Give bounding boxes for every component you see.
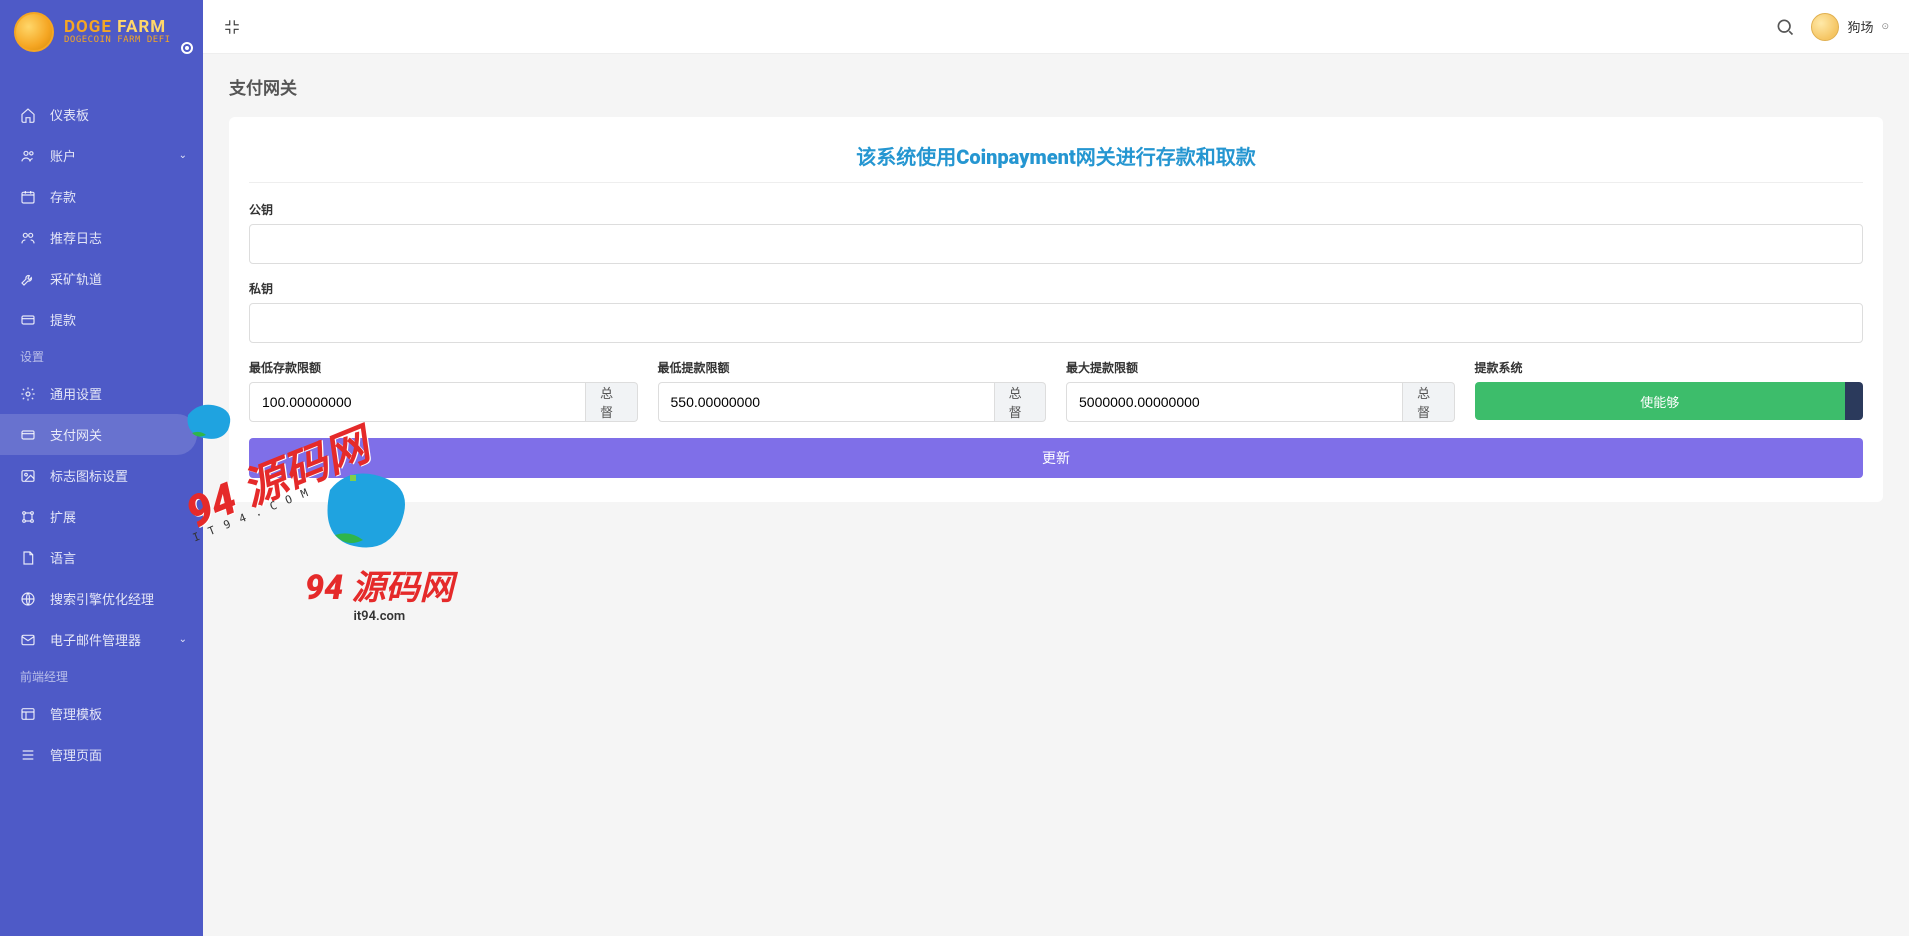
sidebar-item-withdraw[interactable]: 提款 [0, 299, 203, 340]
sidebar-item-label: 标志图标设置 [50, 466, 128, 485]
min-withdraw-input[interactable] [658, 382, 995, 422]
sidebar-item-referral[interactable]: 推荐日志 [0, 217, 203, 258]
sidebar-item-label: 推荐日志 [50, 228, 102, 247]
withdraw-system-toggle[interactable]: 使能够 [1475, 382, 1846, 420]
private-key-label: 私钥 [249, 280, 1863, 297]
user-menu[interactable]: 狗场 ⊙ [1811, 13, 1889, 41]
chevron-down-icon: ⊙ [1881, 22, 1889, 32]
public-key-label: 公钥 [249, 201, 1863, 218]
card-icon [20, 427, 36, 443]
people-icon [20, 230, 36, 246]
sidebar-item-label: 存款 [50, 187, 76, 206]
card-heading: 该系统使用Coinpayment网关进行存款和取款 [249, 141, 1863, 170]
calendar-icon [20, 189, 36, 205]
section-title-settings: 设置 [0, 340, 203, 373]
header: 狗场 ⊙ [203, 0, 1909, 54]
sidebar-item-extensions[interactable]: 扩展 [0, 496, 203, 537]
home-icon [20, 107, 36, 123]
sidebar-item-pages[interactable]: 管理页面 [0, 734, 203, 775]
public-key-input[interactable] [249, 224, 1863, 264]
users-icon [20, 148, 36, 164]
logo-title: DOGE FARM [64, 18, 171, 37]
card-icon [20, 312, 36, 328]
sidebar-nav: 仪表板 账户 ⌄ 存款 推荐日志 采矿轨道 提款 [0, 64, 203, 775]
divider [249, 182, 1863, 183]
sidebar-item-dashboard[interactable]: 仪表板 [0, 94, 203, 135]
withdraw-system-label: 提款系统 [1475, 359, 1864, 376]
min-withdraw-label: 最低提款限额 [658, 359, 1047, 376]
sidebar-item-seo[interactable]: 搜索引擎优化经理 [0, 578, 203, 619]
form-card: 该系统使用Coinpayment网关进行存款和取款 公钥 私钥 最低存款限额 [229, 117, 1883, 502]
sidebar-item-label: 支付网关 [50, 425, 102, 444]
logo-icon [14, 12, 54, 52]
avatar [1811, 13, 1839, 41]
min-deposit-input[interactable] [249, 382, 586, 422]
currency-addon: 总督 [1403, 382, 1454, 422]
sidebar-item-logo-settings[interactable]: 标志图标设置 [0, 455, 203, 496]
chevron-down-icon: ⌄ [179, 150, 187, 161]
private-key-input[interactable] [249, 303, 1863, 343]
page-title: 支付网关 [229, 74, 1883, 99]
main: 狗场 ⊙ 支付网关 该系统使用Coinpayment网关进行存款和取款 公钥 私… [203, 0, 1909, 936]
sidebar-item-payment-gateway[interactable]: 支付网关 [0, 414, 197, 455]
sidebar-item-language[interactable]: 语言 [0, 537, 203, 578]
section-title-frontend: 前端经理 [0, 660, 203, 693]
content: 支付网关 该系统使用Coinpayment网关进行存款和取款 公钥 私钥 最低存… [203, 54, 1909, 522]
sidebar-item-label: 扩展 [50, 507, 76, 526]
currency-addon: 总督 [586, 382, 637, 422]
image-icon [20, 468, 36, 484]
sidebar-item-account[interactable]: 账户 ⌄ [0, 135, 203, 176]
chevron-down-icon: ⌄ [179, 634, 187, 645]
sidebar-item-label: 通用设置 [50, 384, 102, 403]
wrench-icon [20, 271, 36, 287]
sidebar-item-label: 语言 [50, 548, 76, 567]
sidebar-item-general-settings[interactable]: 通用设置 [0, 373, 203, 414]
sidebar-item-label: 管理模板 [50, 704, 102, 723]
search-icon[interactable] [1775, 17, 1795, 37]
withdraw-system-toggle-side[interactable] [1845, 382, 1863, 420]
sidebar-item-deposit[interactable]: 存款 [0, 176, 203, 217]
mail-icon [20, 632, 36, 648]
sidebar-item-email[interactable]: 电子邮件管理器 ⌄ [0, 619, 203, 660]
nodes-icon [20, 509, 36, 525]
sidebar-item-mining[interactable]: 采矿轨道 [0, 258, 203, 299]
logo-area: DOGE FARM DOGECOIN FARM DEFI [0, 0, 203, 64]
max-withdraw-label: 最大提款限额 [1066, 359, 1455, 376]
layout-icon [20, 706, 36, 722]
sidebar-item-label: 提款 [50, 310, 76, 329]
gear-icon [20, 386, 36, 402]
logo-subtitle: DOGECOIN FARM DEFI [64, 36, 171, 46]
max-withdraw-input[interactable] [1066, 382, 1403, 422]
user-name: 狗场 [1847, 17, 1873, 36]
sidebar-item-label: 仪表板 [50, 105, 89, 124]
sidebar-collapse-toggle[interactable] [181, 42, 193, 54]
sidebar-item-label: 搜索引擎优化经理 [50, 589, 154, 608]
doc-icon [20, 550, 36, 566]
globe-icon [20, 591, 36, 607]
sidebar-item-label: 采矿轨道 [50, 269, 102, 288]
menu-icon [20, 747, 36, 763]
sidebar-item-label: 管理页面 [50, 745, 102, 764]
fullscreen-exit-icon[interactable] [223, 18, 241, 36]
min-deposit-label: 最低存款限额 [249, 359, 638, 376]
sidebar-item-label: 电子邮件管理器 [50, 630, 141, 649]
update-button[interactable]: 更新 [249, 438, 1863, 478]
sidebar: DOGE FARM DOGECOIN FARM DEFI 仪表板 账户 ⌄ 存款 [0, 0, 203, 936]
sidebar-item-label: 账户 [50, 146, 76, 165]
sidebar-item-templates[interactable]: 管理模板 [0, 693, 203, 734]
currency-addon: 总督 [995, 382, 1046, 422]
